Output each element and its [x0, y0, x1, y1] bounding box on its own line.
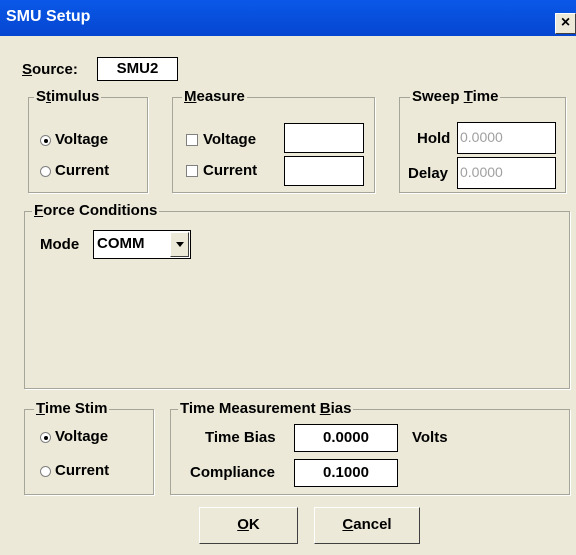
- mode-label: Mode: [40, 236, 80, 253]
- measure-voltage-field[interactable]: [284, 123, 364, 153]
- measure-voltage-label[interactable]: Voltage: [203, 131, 256, 148]
- close-button[interactable]: ×: [555, 13, 576, 34]
- source-label: Source:: [22, 61, 78, 78]
- time-bias-unit: Volts: [412, 429, 448, 446]
- radio-selected-dot: [44, 139, 48, 143]
- cancel-button[interactable]: Cancel: [314, 507, 420, 544]
- stimulus-voltage-radio[interactable]: [40, 135, 51, 146]
- mode-value: COMM: [97, 235, 145, 252]
- stimulus-current-radio[interactable]: [40, 166, 51, 177]
- measure-current-label[interactable]: Current: [203, 162, 257, 179]
- ok-button[interactable]: OK: [199, 507, 298, 544]
- mode-combobox[interactable]: COMM: [93, 230, 191, 259]
- smu-setup-dialog: SMU Setup × Source: SMU2 Stimulus Voltag…: [0, 0, 576, 555]
- time-stim-current-label[interactable]: Current: [55, 462, 109, 479]
- time-stim-voltage-radio[interactable]: [40, 432, 51, 443]
- measure-title: Measure: [182, 88, 247, 105]
- close-icon: ×: [560, 14, 571, 31]
- stimulus-voltage-label[interactable]: Voltage: [55, 131, 108, 148]
- title-bar[interactable]: SMU Setup: [0, 0, 576, 36]
- hold-field[interactable]: 0.0000: [457, 122, 556, 154]
- chevron-down-icon[interactable]: [170, 232, 189, 257]
- time-stim-title: Time Stim: [34, 400, 110, 417]
- time-bias-field[interactable]: 0.0000: [294, 424, 398, 452]
- source-value: SMU2: [97, 57, 178, 81]
- time-stim-current-radio[interactable]: [40, 466, 51, 477]
- delay-label: Delay: [408, 165, 449, 182]
- measure-voltage-checkbox[interactable]: [186, 134, 198, 146]
- time-measurement-bias-title: Time Measurement Bias: [178, 400, 354, 417]
- hold-label: Hold: [417, 130, 451, 147]
- measure-current-field[interactable]: [284, 156, 364, 186]
- radio-selected-dot: [44, 436, 48, 440]
- time-bias-label: Time Bias: [205, 429, 276, 446]
- delay-field[interactable]: 0.0000: [457, 157, 556, 189]
- sweep-time-title: Sweep Time: [410, 88, 501, 105]
- measure-current-checkbox[interactable]: [186, 165, 198, 177]
- force-conditions-title: Force Conditions: [32, 202, 160, 219]
- time-stim-voltage-label[interactable]: Voltage: [55, 428, 108, 445]
- stimulus-title: Stimulus: [34, 88, 102, 105]
- compliance-label: Compliance: [190, 464, 276, 481]
- stimulus-current-label[interactable]: Current: [55, 162, 109, 179]
- window-title: SMU Setup: [6, 8, 91, 25]
- compliance-field[interactable]: 0.1000: [294, 459, 398, 487]
- time-stim-group: [24, 409, 154, 495]
